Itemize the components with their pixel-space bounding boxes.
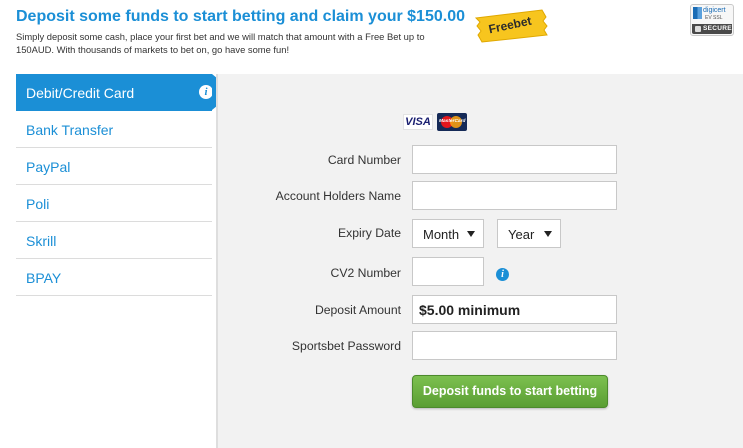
sidebar-item-paypal[interactable]: PayPal [16,148,212,185]
cv2-input[interactable] [412,257,484,286]
promo-banner: Deposit some funds to start betting and … [0,0,743,72]
freebet-badge: Freebet [470,8,550,44]
lock-icon [695,26,701,32]
expiry-year-value: Year [508,227,535,242]
chevron-down-icon [544,231,552,237]
ssl-brand: digicert [703,7,726,14]
sidebar-item-bpay[interactable]: BPAY [16,259,212,296]
ssl-secure-badge: digicert EV SSL SECURE [690,4,734,36]
visa-logo-icon: VISA [403,114,433,130]
ssl-type: EV SSL [705,15,723,21]
card-deposit-form: VISA MasterCard Card Number Account Hold… [218,74,743,448]
promo-headline: Deposit some funds to start betting and … [16,8,465,25]
sidebar-item-label: Debit/Credit Card [26,85,135,101]
account-holder-label: Account Holders Name [275,189,401,203]
info-icon[interactable]: i [199,85,213,99]
expiry-year-select[interactable]: Year [497,219,561,248]
accepted-cards: VISA MasterCard [403,112,473,134]
sidebar-item-label: Poli [26,196,50,212]
info-icon[interactable]: i [496,268,509,281]
password-input[interactable] [412,331,617,360]
promo-subtext: Simply deposit some cash, place your fir… [16,31,425,55]
sidebar-item-label: BPAY [26,270,62,286]
account-holder-input[interactable] [412,181,617,210]
sidebar-item-label: Bank Transfer [26,122,114,138]
password-label: Sportsbet Password [291,339,401,353]
expiry-month-select[interactable]: Month [412,219,484,248]
card-number-label: Card Number [327,153,401,167]
sidebar-item-bank-transfer[interactable]: Bank Transfer [16,111,212,148]
ssl-secure-bar: SECURE [692,24,732,34]
card-number-input[interactable] [412,145,617,174]
sidebar-item-label: Skrill [26,233,57,249]
sidebar-item-label: PayPal [26,159,71,175]
mastercard-label: MasterCard [439,119,466,124]
deposit-amount-input[interactable] [412,295,617,324]
sidebar-item-skrill[interactable]: Skrill [16,222,212,259]
sidebar-item-debit-credit-card[interactable]: Debit/Credit Card i [16,74,234,111]
digicert-logo-icon [693,7,702,19]
chevron-down-icon [467,231,475,237]
expiry-month-value: Month [423,227,460,242]
deposit-submit-button[interactable]: Deposit funds to start betting [412,375,608,408]
cv2-label: CV2 Number [330,266,401,280]
expiry-date-label: Expiry Date [338,226,401,240]
sidebar-item-poli[interactable]: Poli [16,185,212,222]
mastercard-logo-icon: MasterCard [437,113,467,131]
deposit-amount-label: Deposit Amount [314,303,401,317]
ssl-secure-label: SECURE [703,25,732,32]
